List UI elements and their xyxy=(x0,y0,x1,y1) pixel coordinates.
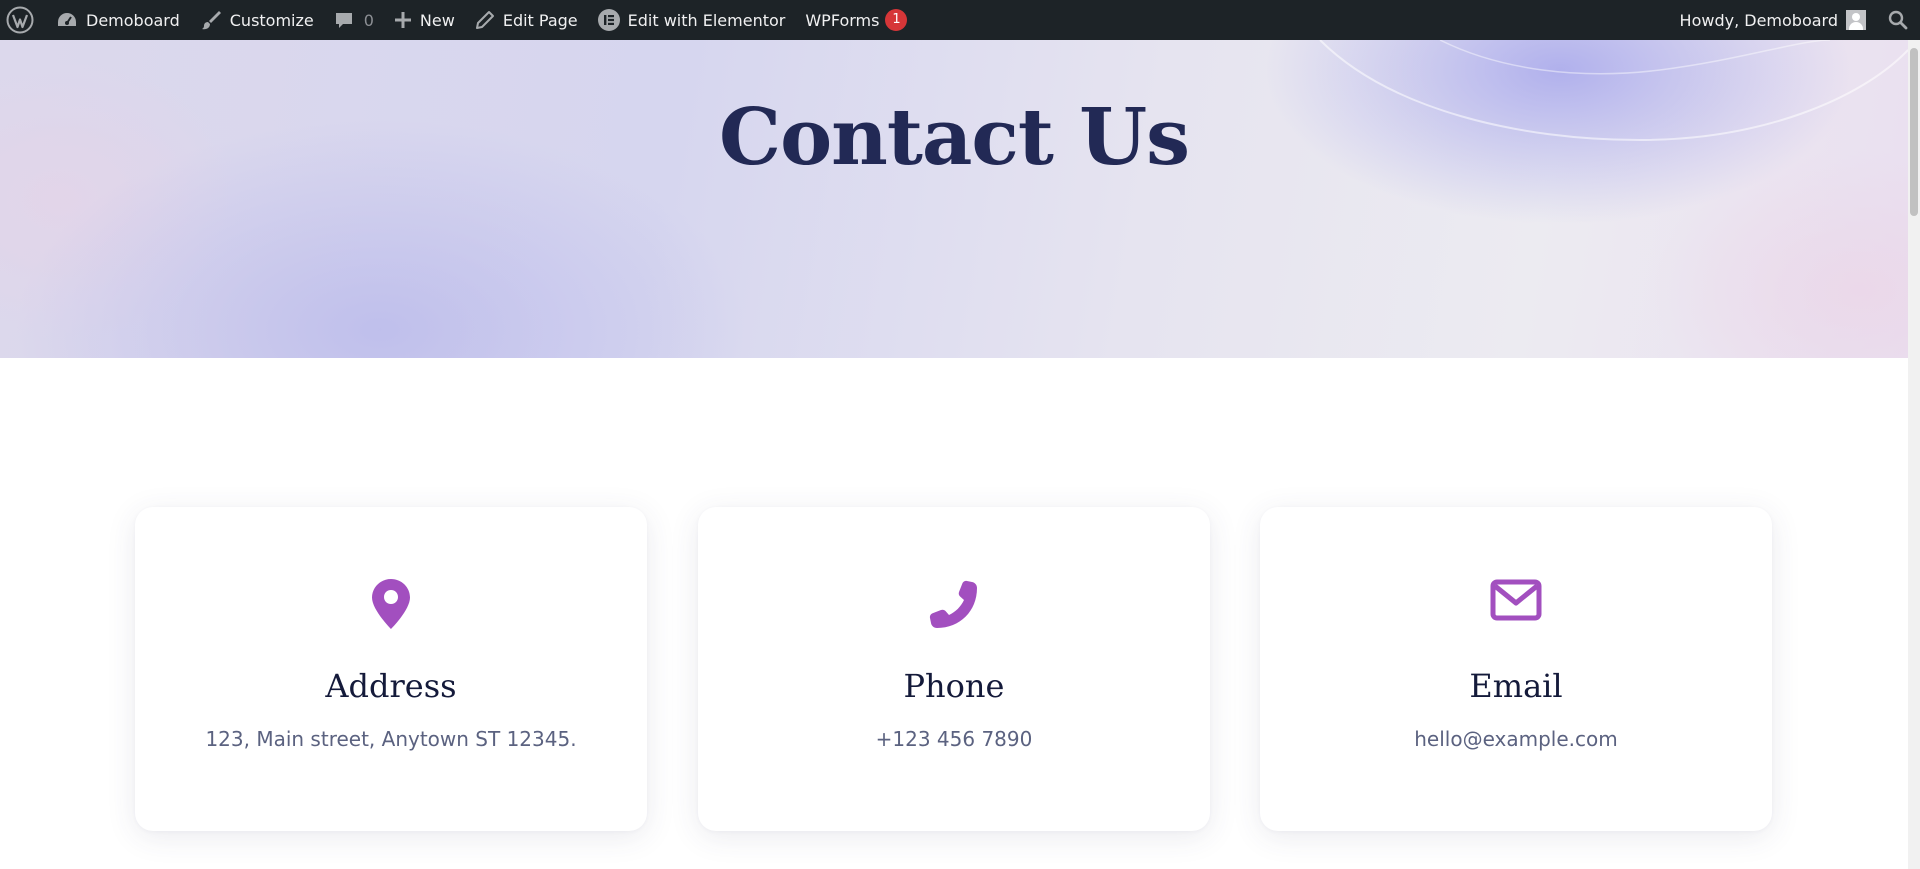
pencil-icon xyxy=(475,11,494,29)
hero-banner: Contact Us xyxy=(0,40,1908,358)
search-icon xyxy=(1888,10,1908,30)
comment-icon xyxy=(335,13,352,28)
wordpress-logo-menu[interactable] xyxy=(0,0,46,40)
my-account-menu[interactable]: Howdy, Demoboard xyxy=(1670,0,1876,40)
wpforms-menu[interactable]: WPForms 1 xyxy=(795,0,917,40)
comments-count: 0 xyxy=(363,10,374,30)
map-marker-icon xyxy=(372,579,410,629)
avatar xyxy=(1846,10,1866,30)
scrollbar-thumb[interactable] xyxy=(1910,48,1918,216)
comments-link[interactable]: 0 xyxy=(324,0,384,40)
address-text: 123, Main street, Anytown ST 12345. xyxy=(205,727,577,751)
new-content-menu[interactable]: New xyxy=(384,0,465,40)
search-toggle[interactable] xyxy=(1876,0,1920,40)
edit-page-label: Edit Page xyxy=(502,10,578,30)
phone-icon xyxy=(929,580,977,628)
address-card: Address 123, Main street, Anytown ST 123… xyxy=(135,507,647,831)
customize-link[interactable]: Customize xyxy=(190,0,324,40)
wpforms-label: WPForms xyxy=(805,10,880,30)
card-title: Phone xyxy=(903,667,1005,705)
paintbrush-icon xyxy=(201,11,221,30)
admin-bar: Demoboard Customize 0 New Edit Page Edit… xyxy=(0,0,1920,40)
plus-icon xyxy=(394,12,411,28)
phone-card: Phone +123 456 7890 xyxy=(698,507,1210,831)
site-name-menu[interactable]: Demoboard xyxy=(46,0,190,40)
email-address: hello@example.com xyxy=(1414,727,1618,751)
edit-page-link[interactable]: Edit Page xyxy=(465,0,588,40)
email-card: Email hello@example.com xyxy=(1260,507,1772,831)
card-title: Email xyxy=(1469,667,1563,705)
page-scrollbar[interactable] xyxy=(1908,40,1920,869)
dashboard-icon xyxy=(58,13,76,26)
customize-label: Customize xyxy=(229,10,314,30)
wordpress-logo-icon xyxy=(6,6,34,34)
elementor-label: Edit with Elementor xyxy=(627,10,786,30)
envelope-icon xyxy=(1490,579,1542,621)
site-name-label: Demoboard xyxy=(86,10,180,30)
card-title: Address xyxy=(325,667,457,705)
notification-badge: 1 xyxy=(885,9,908,31)
decorative-swirl xyxy=(1319,40,1908,142)
new-label: New xyxy=(419,10,455,30)
page-title: Contact Us xyxy=(719,92,1190,183)
phone-number: +123 456 7890 xyxy=(875,727,1033,751)
edit-with-elementor-link[interactable]: Edit with Elementor xyxy=(588,0,796,40)
elementor-icon xyxy=(597,9,620,31)
howdy-label: Howdy, Demoboard xyxy=(1679,10,1838,30)
